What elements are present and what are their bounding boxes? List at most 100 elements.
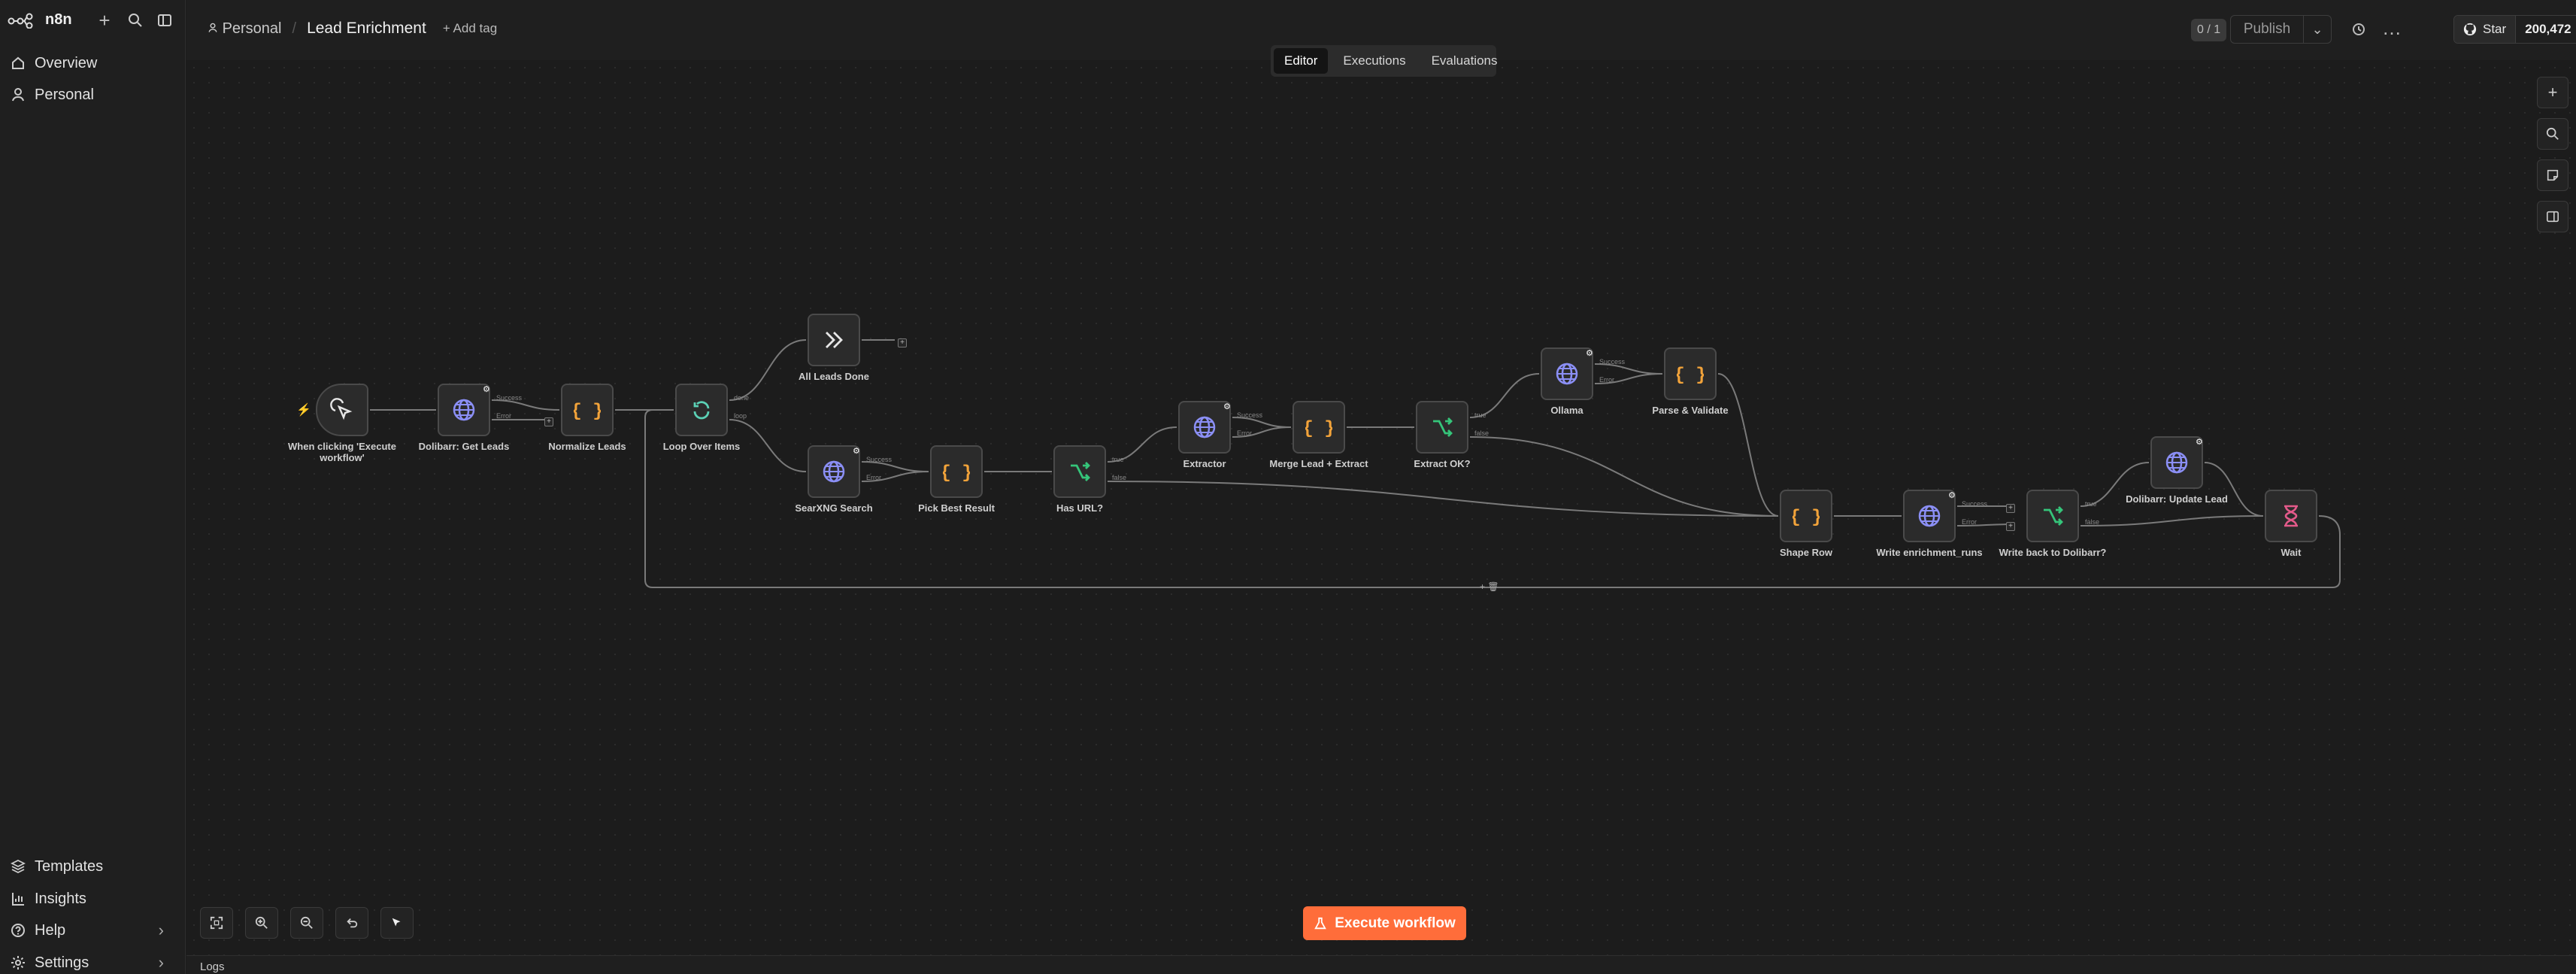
search-icon bbox=[2546, 127, 2559, 140]
flask-icon bbox=[1314, 917, 1327, 929]
zoom-in-icon bbox=[255, 916, 268, 929]
node-pickbest[interactable]: { } bbox=[930, 445, 983, 498]
sidebar-item-help[interactable]: Help › bbox=[11, 917, 176, 944]
sidebar-item-label: Help bbox=[35, 921, 66, 939]
node-trigger[interactable] bbox=[316, 384, 368, 436]
publish-button[interactable]: Publish ⌄ bbox=[2230, 15, 2332, 44]
add-node-handle[interactable]: + bbox=[2006, 522, 2015, 531]
port-label-true: true bbox=[1474, 411, 1487, 419]
port-label-success: Success bbox=[866, 456, 893, 463]
svg-text:{ }: { } bbox=[1305, 419, 1332, 439]
workflow-canvas[interactable] bbox=[186, 60, 2576, 955]
svg-text:{ }: { } bbox=[1677, 366, 1704, 386]
sidebar-item-personal[interactable]: Personal bbox=[11, 81, 94, 108]
svg-text:{ }: { } bbox=[574, 402, 601, 422]
port-label-success: Success bbox=[496, 394, 523, 402]
pointer-tool-button[interactable] bbox=[380, 907, 414, 939]
node-label: Extract OK? bbox=[1414, 458, 1471, 469]
node-hasurl[interactable] bbox=[1053, 445, 1106, 498]
chevron-right-icon: › bbox=[158, 921, 164, 939]
node-label: When clicking 'Execute workflow' bbox=[288, 441, 396, 463]
publish-label: Publish bbox=[2231, 16, 2304, 43]
node-parse[interactable]: { } bbox=[1664, 347, 1717, 400]
code-braces-icon: { } bbox=[1305, 419, 1332, 439]
zoom-out-button[interactable] bbox=[290, 907, 323, 939]
port-label-error: Error bbox=[1599, 376, 1614, 384]
add-node-button[interactable]: + bbox=[2537, 77, 2568, 108]
zoom-in-button[interactable] bbox=[245, 907, 278, 939]
node-label: Loop Over Items bbox=[662, 441, 741, 452]
breadcrumb: Personal / Lead Enrichment + Add tag bbox=[208, 20, 497, 38]
help-icon bbox=[11, 924, 25, 937]
sidebar-item-insights[interactable]: Insights bbox=[11, 885, 86, 912]
add-node-handle[interactable]: + bbox=[544, 417, 553, 426]
toggle-panel-button[interactable] bbox=[2537, 201, 2568, 232]
github-star-widget[interactable]: Star 200,472 bbox=[2453, 15, 2576, 44]
trigger-bolt-icon: ⚡ bbox=[296, 404, 311, 417]
sidebar-item-overview[interactable]: Overview bbox=[11, 50, 97, 77]
port-label-error: Error bbox=[1237, 429, 1252, 437]
plus-icon[interactable]: + bbox=[92, 8, 117, 33]
settings-icon bbox=[11, 956, 25, 969]
github-star-button[interactable]: Star bbox=[2454, 16, 2517, 43]
undo-button[interactable] bbox=[335, 907, 368, 939]
node-wait[interactable] bbox=[2265, 490, 2317, 542]
add-node-handle[interactable]: + bbox=[2006, 504, 2015, 513]
github-star-label: Star bbox=[2483, 22, 2507, 36]
sidebar-item-label: Personal bbox=[35, 86, 94, 103]
port-label-success: Success bbox=[1599, 358, 1626, 366]
port-label-error: Error bbox=[496, 412, 511, 420]
node-label: Write enrichment_runs bbox=[1876, 547, 1983, 558]
node-merge[interactable]: { } bbox=[1293, 401, 1345, 454]
n8n-logo[interactable]: n8n bbox=[8, 11, 72, 29]
panel-icon bbox=[2546, 211, 2559, 223]
code-braces-icon: { } bbox=[1793, 508, 1820, 528]
history-icon[interactable] bbox=[2346, 17, 2371, 42]
node-loop[interactable] bbox=[675, 384, 728, 436]
node-settings-icon: ⚙ bbox=[853, 447, 860, 456]
node-shape[interactable]: { } bbox=[1780, 490, 1832, 542]
node-settings-icon: ⚙ bbox=[1223, 402, 1231, 411]
more-options-icon[interactable]: … bbox=[2379, 15, 2405, 41]
tab-evaluations[interactable]: Evaluations bbox=[1421, 48, 1508, 74]
search-nodes-button[interactable] bbox=[2537, 118, 2568, 150]
node-alldone[interactable] bbox=[808, 314, 860, 366]
port-label-true: true bbox=[1112, 456, 1124, 463]
svg-text:{ }: { } bbox=[1793, 508, 1820, 528]
sidebar-item-settings[interactable]: Settings › bbox=[11, 949, 176, 974]
node-label: Dolibarr: Update Lead bbox=[2126, 493, 2228, 505]
code-braces-icon: { } bbox=[943, 463, 970, 484]
globe-icon bbox=[1193, 416, 1216, 438]
logs-panel[interactable]: Logs bbox=[186, 955, 2576, 974]
app-name: n8n bbox=[45, 11, 72, 28]
connection-add-icon[interactable]: + 🗑 bbox=[1480, 581, 1499, 592]
svg-text:{ }: { } bbox=[943, 463, 970, 484]
node-writeback[interactable] bbox=[2026, 490, 2079, 542]
sticky-note-button[interactable] bbox=[2537, 159, 2568, 191]
add-node-handle[interactable]: + bbox=[898, 338, 907, 347]
loop-icon bbox=[693, 401, 710, 420]
workflow-title[interactable]: Lead Enrichment bbox=[307, 20, 426, 38]
collapse-sidebar-icon[interactable] bbox=[152, 8, 177, 33]
globe-icon bbox=[1918, 505, 1941, 527]
github-star-count: 200,472 bbox=[2525, 22, 2571, 36]
node-normalize[interactable]: { } bbox=[561, 384, 614, 436]
tab-executions[interactable]: Executions bbox=[1332, 48, 1416, 74]
port-label-loop: loop bbox=[734, 412, 747, 420]
github-icon bbox=[2463, 23, 2477, 36]
breadcrumb-project[interactable]: Personal bbox=[208, 20, 282, 38]
node-extractok[interactable] bbox=[1416, 401, 1468, 454]
execute-workflow-button[interactable]: Execute workflow bbox=[1303, 906, 1466, 940]
chevron-down-icon[interactable]: ⌄ bbox=[2304, 16, 2331, 43]
node-settings-icon: ⚙ bbox=[2196, 438, 2203, 447]
logs-label: Logs bbox=[200, 960, 225, 973]
if-branch-icon bbox=[1071, 462, 1090, 481]
fit-view-button[interactable] bbox=[200, 907, 233, 939]
node-label: SearXNG Search bbox=[795, 502, 873, 514]
cursor-icon bbox=[392, 918, 401, 927]
add-tag-button[interactable]: + Add tag bbox=[443, 21, 497, 36]
node-label: Extractor bbox=[1183, 458, 1226, 469]
sidebar-item-templates[interactable]: Templates bbox=[11, 853, 103, 880]
search-icon[interactable] bbox=[123, 8, 148, 33]
tab-editor[interactable]: Editor bbox=[1274, 48, 1329, 74]
